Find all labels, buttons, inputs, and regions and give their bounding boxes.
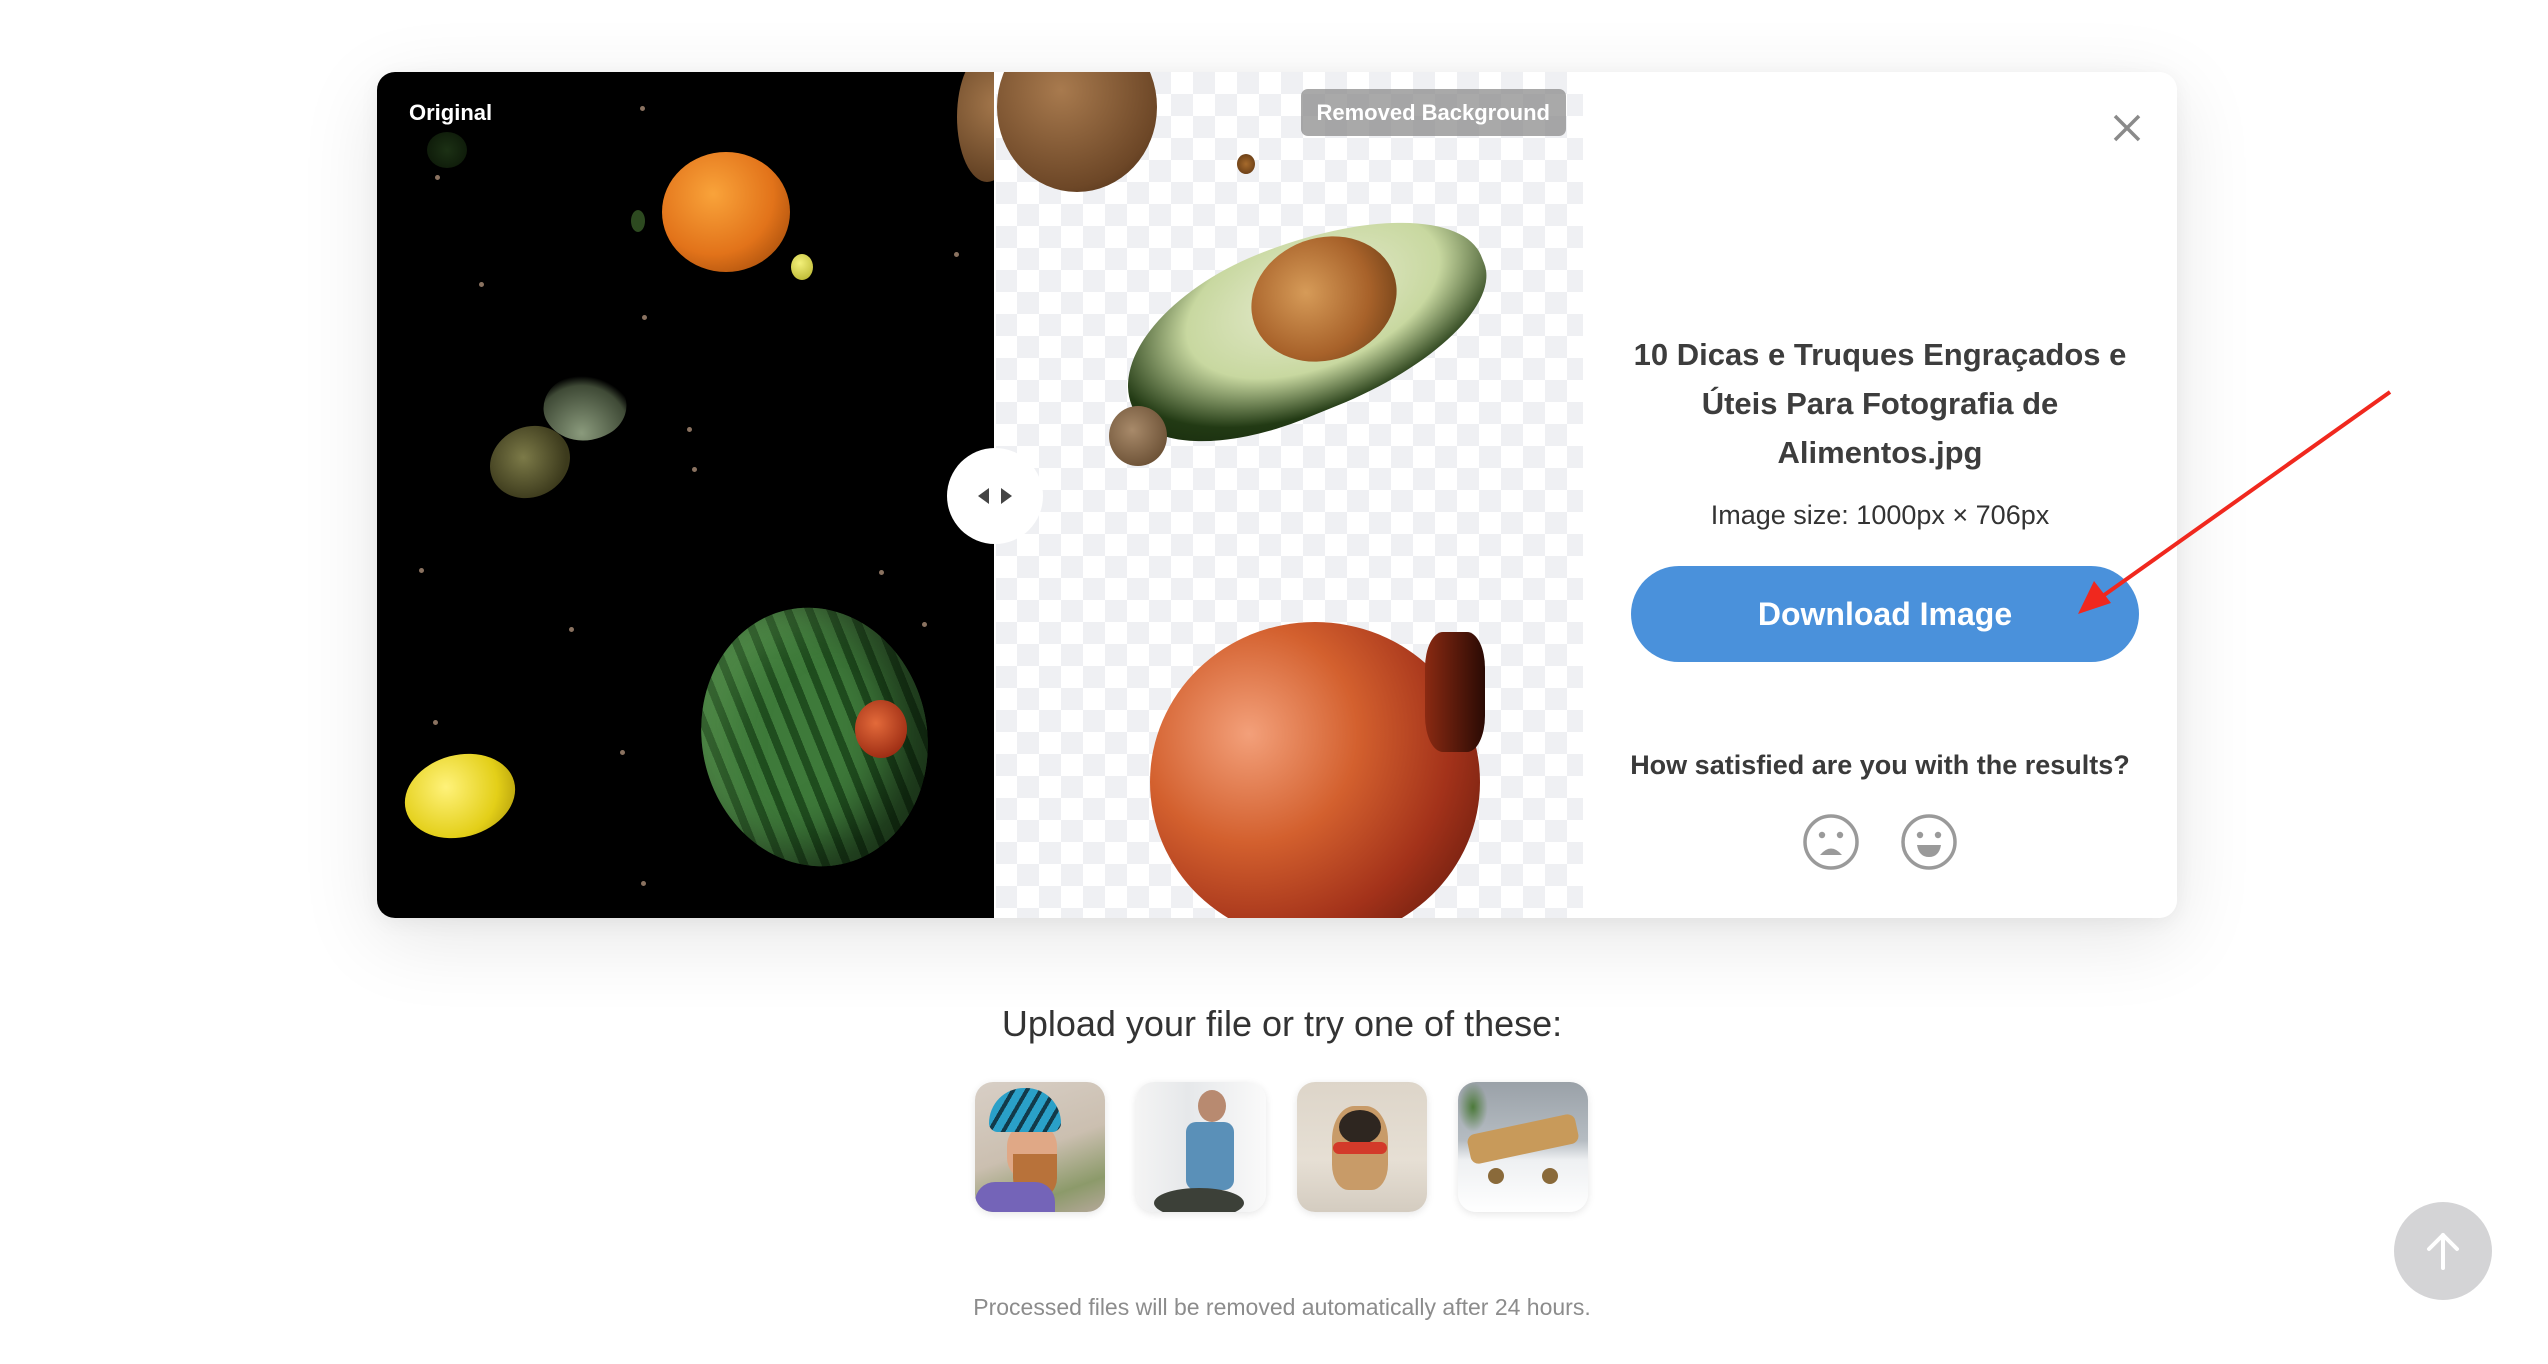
seed-dot (419, 568, 424, 573)
satisfaction-question: How satisfied are you with the results? (1630, 750, 2130, 780)
seed-dot (640, 106, 645, 111)
result-card: Original Removed Background 10 Dicas e T… (377, 72, 2177, 918)
fruit-seed (631, 210, 645, 232)
seed-dot (433, 720, 438, 725)
download-button[interactable]: Download Image (1631, 566, 2139, 662)
fruit-coconut (957, 72, 995, 182)
seed-dot (479, 282, 484, 287)
sample-thumb-skateboarder[interactable] (1136, 1082, 1266, 1212)
image-size-text: Image size: 1000px × 706px (1710, 500, 2050, 530)
seed-dot (687, 427, 692, 432)
retention-note: Processed files will be removed automati… (973, 1294, 1591, 1320)
fruit-small-lime (791, 254, 813, 280)
thumb-figure (1542, 1168, 1558, 1184)
fruit-avocado-stem (1109, 406, 1167, 466)
thumb-figure (1458, 1082, 1488, 1132)
sample-thumb-cyclist[interactable] (975, 1082, 1105, 1212)
sad-face-icon (1803, 814, 1859, 870)
original-image-pane: Original (377, 72, 995, 918)
seed-dot (620, 750, 625, 755)
info-panel: 10 Dicas e Truques Engraçados e Úteis Pa… (1583, 72, 2177, 918)
happy-face-icon (1901, 814, 1957, 870)
feedback-buttons (1583, 812, 2177, 872)
removed-background-badge: Removed Background (1300, 89, 1566, 136)
seed-dot (642, 315, 647, 320)
seed-dot (692, 467, 697, 472)
seed-dot (922, 622, 927, 627)
thumb-figure (1198, 1090, 1226, 1122)
fruit-lime (427, 132, 467, 168)
close-icon (2113, 114, 2141, 142)
thumb-figure (989, 1088, 1061, 1132)
thumb-figure (1186, 1122, 1234, 1190)
arrow-right-icon (1001, 488, 1012, 504)
seed-dot (879, 570, 884, 575)
seed-dot (641, 881, 646, 886)
arrow-up-icon (2427, 1233, 2459, 1270)
fruit-lemon (395, 741, 525, 851)
comparison-slider-handle[interactable] (947, 448, 1043, 544)
close-button[interactable] (2107, 108, 2147, 148)
fruit-nut (1237, 154, 1255, 174)
scroll-to-top-button[interactable] (2394, 1202, 2492, 1300)
fruit-watermelon (677, 586, 952, 888)
removed-background-pane: Removed Background (995, 72, 1583, 918)
original-label: Original (409, 100, 493, 125)
file-name-title: 10 Dicas e Truques Engraçados e Úteis Pa… (1633, 337, 2127, 470)
unsatisfied-button[interactable] (1801, 812, 1861, 872)
sample-thumb-dog[interactable] (1297, 1082, 1427, 1212)
fruit-coconut (997, 72, 1157, 192)
fruit-pomegranate-crown (1425, 632, 1485, 752)
thumb-figure (975, 1182, 1055, 1212)
sample-images (975, 1082, 1588, 1212)
seed-dot (435, 175, 440, 180)
samples-heading: Upload your file or try one of these: (1001, 1003, 1563, 1044)
arrow-left-icon (978, 488, 989, 504)
sample-thumb-toy-plane[interactable] (1458, 1082, 1588, 1212)
satisfied-button[interactable] (1899, 812, 1959, 872)
fruit-orange (662, 152, 790, 272)
thumb-figure (1154, 1188, 1244, 1212)
thumb-figure (1333, 1142, 1387, 1154)
seed-dot (954, 252, 959, 257)
fruit-pomegranate (855, 700, 907, 758)
thumb-figure (1339, 1110, 1381, 1144)
thumb-figure (1488, 1168, 1504, 1184)
seed-dot (569, 627, 574, 632)
